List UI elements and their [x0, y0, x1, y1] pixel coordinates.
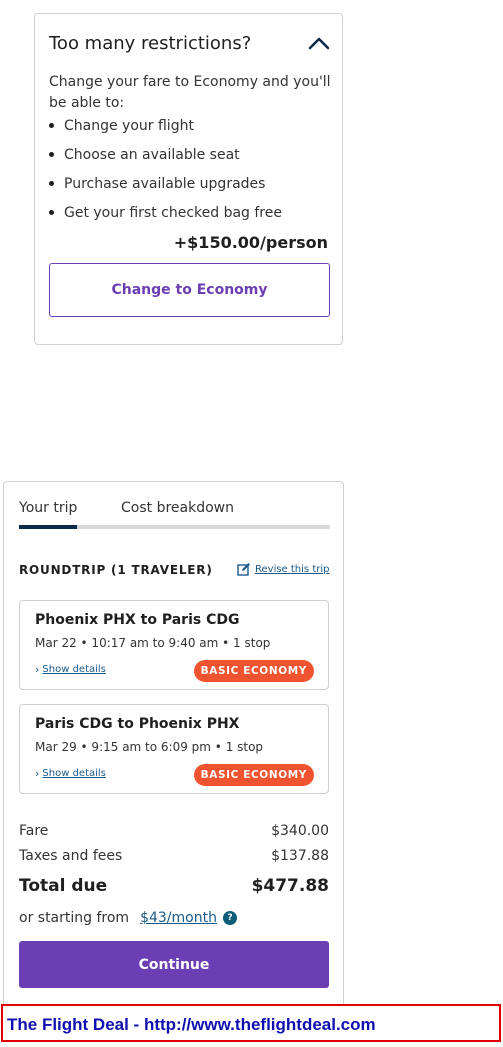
tab-your-trip[interactable]: Your trip	[19, 500, 77, 516]
benefit-item: Purchase available upgrades	[49, 174, 282, 203]
flight-segment: Paris CDG to Phoenix PHX Mar 29 • 9:15 a…	[19, 704, 329, 794]
fare-row: Fare $340.00	[19, 823, 329, 839]
total-value: $477.88	[251, 876, 329, 896]
restrictions-description: Change your fare to Economy and you'll b…	[49, 74, 331, 111]
show-details-label: Show details	[42, 768, 106, 779]
benefit-text: Choose an available seat	[64, 147, 240, 163]
segment-times: Mar 29 • 9:15 am to 6:09 pm • 1 stop	[35, 740, 264, 754]
total-row: Total due $477.88	[19, 876, 329, 896]
benefits-list: Change your flight Choose an available s…	[49, 116, 282, 232]
segment-route: Paris CDG to Phoenix PHX	[35, 716, 240, 732]
benefit-item: Get your first checked bag free	[49, 203, 282, 232]
benefit-text: Purchase available upgrades	[64, 176, 266, 192]
taxes-label: Taxes and fees	[19, 848, 123, 864]
watermark-text: The Flight Deal - http://www.theflightde…	[7, 1015, 376, 1034]
chevron-right-icon: ›	[35, 767, 40, 780]
tab-active-indicator	[19, 525, 77, 529]
continue-button[interactable]: Continue	[19, 941, 329, 988]
monthly-price-link[interactable]: $43/month	[140, 910, 217, 926]
total-label: Total due	[19, 876, 108, 896]
roundtrip-heading: ROUNDTRIP (1 TRAVELER)	[19, 563, 213, 577]
bullet-icon	[49, 123, 54, 128]
taxes-row: Taxes and fees $137.88	[19, 848, 329, 864]
restrictions-title: Too many restrictions?	[49, 33, 252, 54]
restrictions-card: Too many restrictions? Change your fare …	[34, 13, 343, 345]
benefit-text: Change your flight	[64, 118, 194, 134]
show-details-link[interactable]: › Show details	[35, 767, 106, 780]
segment-route: Phoenix PHX to Paris CDG	[35, 612, 240, 628]
edit-icon	[237, 563, 250, 576]
revise-trip-label: Revise this trip	[255, 563, 330, 575]
fare-value: $340.00	[271, 823, 329, 839]
help-icon[interactable]: ?	[222, 911, 237, 925]
financing-line: or starting from $43/month ?	[19, 910, 237, 926]
chevron-right-icon: ›	[35, 663, 40, 676]
change-to-economy-button[interactable]: Change to Economy	[49, 263, 330, 317]
trip-tabs: Your trip Cost breakdown	[19, 482, 330, 530]
starting-text: or starting from	[19, 910, 130, 926]
bullet-icon	[49, 181, 54, 186]
segment-times: Mar 22 • 10:17 am to 9:40 am • 1 stop	[35, 636, 271, 650]
show-details-link[interactable]: › Show details	[35, 663, 106, 676]
fare-class-badge: BASIC ECONOMY	[193, 764, 314, 786]
revise-trip-link[interactable]: Revise this trip	[237, 562, 329, 576]
chevron-up-icon[interactable]	[308, 36, 330, 50]
fare-label: Fare	[19, 823, 49, 839]
fare-class-badge: BASIC ECONOMY	[193, 660, 314, 682]
show-details-label: Show details	[42, 664, 106, 675]
benefit-text: Get your first checked bag free	[64, 205, 282, 221]
bullet-icon	[49, 152, 54, 157]
taxes-value: $137.88	[271, 848, 329, 864]
flight-segment: Phoenix PHX to Paris CDG Mar 22 • 10:17 …	[19, 600, 329, 690]
trip-summary-card: Your trip Cost breakdown ROUNDTRIP (1 TR…	[3, 481, 344, 1011]
upgrade-price: +$150.00/person	[173, 233, 328, 252]
tab-cost-breakdown[interactable]: Cost breakdown	[121, 500, 234, 516]
bullet-icon	[49, 210, 54, 215]
benefit-item: Choose an available seat	[49, 145, 282, 174]
watermark-banner: The Flight Deal - http://www.theflightde…	[1, 1004, 501, 1042]
benefit-item: Change your flight	[49, 116, 282, 145]
